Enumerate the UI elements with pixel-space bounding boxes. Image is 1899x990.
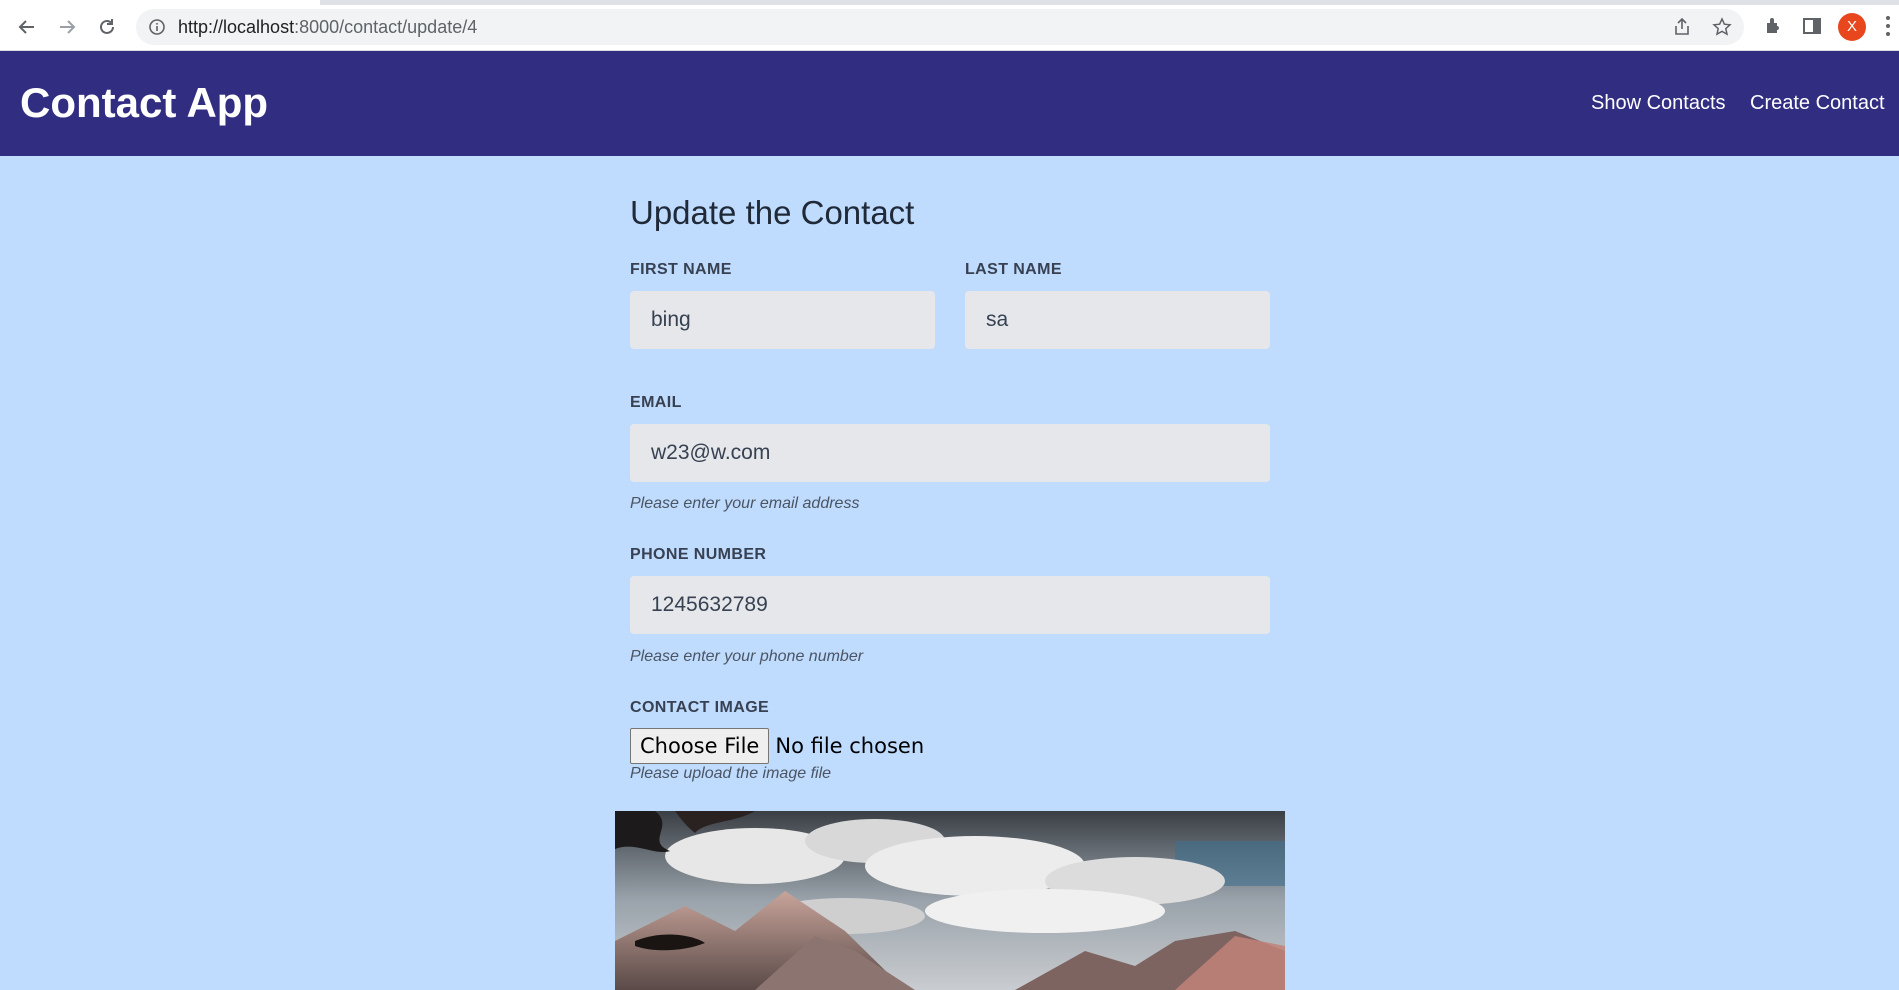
url-path: :8000/contact/update/4 bbox=[294, 17, 478, 37]
info-icon[interactable] bbox=[148, 18, 166, 36]
extensions-icon bbox=[1767, 18, 1779, 33]
contact-image-preview bbox=[615, 811, 1285, 990]
nav-create-contact[interactable]: Create Contact bbox=[1750, 92, 1885, 115]
reload-icon bbox=[100, 19, 114, 34]
image-help-text: Please upload the image file bbox=[630, 765, 832, 782]
tab-strip bbox=[320, 0, 1899, 5]
profile-avatar[interactable]: X bbox=[1838, 13, 1866, 41]
app-header: Contact App Show Contacts Create Contact bbox=[0, 51, 1899, 156]
kebab-menu-icon[interactable] bbox=[1885, 15, 1891, 37]
last-name-input[interactable]: sa bbox=[965, 291, 1270, 349]
url-text[interactable]: http://localhost:8000/contact/update/4 bbox=[178, 9, 477, 45]
browser-toolbar: http://localhost:8000/contact/update/4 X bbox=[0, 0, 1899, 51]
nav-show-contacts[interactable]: Show Contacts bbox=[1591, 92, 1726, 115]
last-name-label: LAST NAME bbox=[965, 261, 1062, 278]
address-bar[interactable]: http://localhost:8000/contact/update/4 bbox=[136, 9, 1744, 45]
first-name-input[interactable]: bing bbox=[630, 291, 935, 349]
forward-arrow-icon bbox=[60, 20, 76, 34]
first-name-label: FIRST NAME bbox=[630, 261, 732, 278]
sidepanel-icon bbox=[1803, 18, 1821, 34]
choose-file-button[interactable]: Choose File bbox=[630, 728, 770, 764]
email-input[interactable]: w23@w.com bbox=[630, 424, 1270, 482]
email-help-text: Please enter your email address bbox=[630, 495, 860, 512]
app-title[interactable]: Contact App bbox=[20, 79, 268, 127]
phone-help-text: Please enter your phone number bbox=[630, 648, 864, 665]
back-arrow-icon bbox=[18, 20, 34, 34]
file-status-text: No file chosen bbox=[775, 734, 925, 758]
reload-button[interactable] bbox=[92, 12, 122, 42]
back-button[interactable] bbox=[12, 12, 42, 42]
forward-button[interactable] bbox=[52, 12, 82, 42]
phone-input[interactable]: 1245632789 bbox=[630, 576, 1270, 634]
email-label: EMAIL bbox=[630, 394, 682, 411]
star-icon[interactable] bbox=[1712, 17, 1732, 37]
phone-label: PHONE NUMBER bbox=[630, 546, 767, 563]
extensions-button[interactable] bbox=[1761, 14, 1785, 38]
url-host: http://localhost bbox=[178, 17, 295, 37]
mountain-landscape-image bbox=[615, 811, 1285, 990]
file-input[interactable]: Choose File No file chosen bbox=[630, 728, 924, 764]
share-icon[interactable] bbox=[1672, 17, 1692, 37]
contact-image-label: CONTACT IMAGE bbox=[630, 699, 770, 716]
page-title: Update the Contact bbox=[630, 194, 915, 231]
sidepanel-button[interactable] bbox=[1800, 14, 1824, 38]
